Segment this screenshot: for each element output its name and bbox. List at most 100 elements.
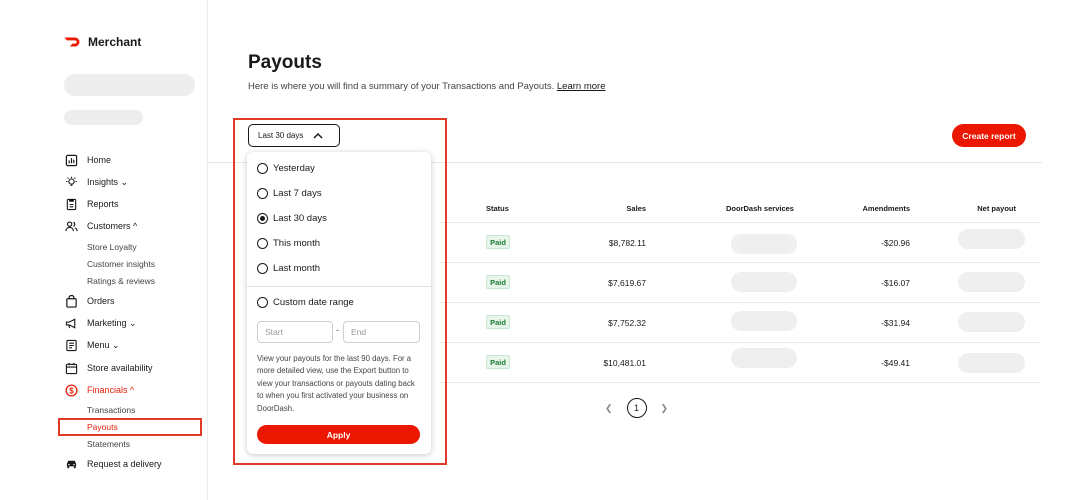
option-last-30-days[interactable]: Last 30 days xyxy=(257,213,327,224)
sidebar-subitem-customer-insights[interactable]: Customer insights xyxy=(87,259,155,269)
create-report-button[interactable]: Create report xyxy=(952,124,1026,147)
sales-cell: $10,481.01 xyxy=(603,358,646,368)
sidebar-item-label: Insights ⌄ xyxy=(87,176,129,187)
amendments-cell: -$49.41 xyxy=(881,358,910,368)
amendments-cell: -$31.94 xyxy=(881,318,910,328)
page-title: Payouts xyxy=(248,52,322,73)
radio-selected-icon[interactable] xyxy=(257,213,268,224)
sidebar-item-label: Orders xyxy=(87,296,115,306)
start-date-input[interactable]: Start xyxy=(257,321,333,343)
date-range-separator: - xyxy=(336,325,339,335)
sidebar-item-home[interactable]: Home xyxy=(64,153,111,167)
sidebar-item-label: Customers ^ xyxy=(87,221,138,231)
learn-more-link[interactable]: Learn more xyxy=(557,81,606,92)
net-payout-placeholder xyxy=(958,229,1025,249)
sales-cell: $7,619.67 xyxy=(608,278,646,288)
sales-cell: $8,782.11 xyxy=(608,238,646,248)
brand-name: Merchant xyxy=(88,35,142,49)
option-label: Custom date range xyxy=(273,297,354,308)
apply-button[interactable]: Apply xyxy=(257,425,420,444)
sidebar-item-label: Store availability xyxy=(87,363,153,373)
sidebar-subitem-store-loyalty[interactable]: Store Loyalty xyxy=(87,242,137,252)
amendments-cell: -$16.07 xyxy=(881,278,910,288)
report-icon xyxy=(64,197,78,211)
home-icon xyxy=(64,153,78,167)
sidebar-item-store-availability[interactable]: Store availability xyxy=(64,361,153,375)
page-subtitle-text: Here is where you will find a summary of… xyxy=(248,81,555,92)
status-badge: Paid xyxy=(486,235,510,249)
doordash-services-placeholder xyxy=(731,311,797,331)
doordash-services-placeholder xyxy=(731,272,797,292)
sidebar-item-reports[interactable]: Reports xyxy=(64,197,119,211)
radio-icon[interactable] xyxy=(257,238,268,249)
store-selector-placeholder[interactable] xyxy=(64,74,195,96)
doordash-services-placeholder xyxy=(731,348,797,368)
doordash-logo-icon xyxy=(64,37,80,47)
option-label: Last 30 days xyxy=(273,213,327,224)
menu-book-icon xyxy=(64,338,78,352)
date-range-selected: Last 30 days xyxy=(258,131,304,140)
sidebar-item-request-delivery[interactable]: Request a delivery xyxy=(64,457,162,471)
sidebar-subitem-statements[interactable]: Statements xyxy=(87,439,130,449)
option-label: Yesterday xyxy=(273,163,315,174)
megaphone-icon xyxy=(64,316,78,330)
lightbulb-icon xyxy=(64,175,78,189)
header-row-divider xyxy=(440,222,1040,223)
radio-icon[interactable] xyxy=(257,263,268,274)
radio-icon[interactable] xyxy=(257,188,268,199)
brand-logo[interactable]: Merchant xyxy=(64,35,141,49)
menu-divider xyxy=(247,286,431,287)
end-date-input[interactable]: End xyxy=(343,321,420,343)
page-number-current[interactable]: 1 xyxy=(626,398,647,418)
date-range-menu: Yesterday Last 7 days Last 30 days This … xyxy=(247,152,431,454)
pagination: ❮ 1 ❯ xyxy=(605,398,668,418)
column-header-amendments: Amendments xyxy=(862,204,910,213)
dollar-icon: $ xyxy=(64,383,78,397)
sidebar-subitem-transactions[interactable]: Transactions xyxy=(87,405,135,415)
next-page-icon[interactable]: ❯ xyxy=(661,403,669,414)
sidebar-item-customers[interactable]: Customers ^ xyxy=(64,219,137,233)
column-header-net-payout: Net payout xyxy=(977,204,1016,213)
option-last-7-days[interactable]: Last 7 days xyxy=(257,188,322,199)
customers-icon xyxy=(64,219,78,233)
sidebar-item-menu[interactable]: Menu ⌄ xyxy=(64,338,120,352)
prev-page-icon[interactable]: ❮ xyxy=(605,403,613,414)
doordash-services-placeholder xyxy=(731,234,797,254)
net-payout-placeholder xyxy=(958,353,1025,373)
svg-text:$: $ xyxy=(69,386,74,395)
sidebar-item-orders[interactable]: Orders xyxy=(64,294,115,308)
date-range-dropdown[interactable]: Last 30 days xyxy=(248,124,340,147)
sidebar-item-label: Home xyxy=(87,155,112,165)
sidebar-item-label: Menu ⌄ xyxy=(87,339,120,350)
net-payout-placeholder xyxy=(958,272,1025,292)
option-label: Last 7 days xyxy=(273,188,322,199)
option-label: This month xyxy=(273,238,320,249)
column-header-status: Status xyxy=(486,204,509,213)
sidebar-item-label: Reports xyxy=(87,199,119,209)
amendments-cell: -$20.96 xyxy=(881,238,910,248)
sales-cell: $7,752.32 xyxy=(608,318,646,328)
sidebar-item-label: Financials ^ xyxy=(87,385,135,395)
row-divider xyxy=(440,382,1040,383)
sidebar-item-label: Marketing ⌄ xyxy=(87,317,137,328)
chevron-up-icon xyxy=(313,132,323,139)
payouts-highlight-box xyxy=(58,418,202,436)
sidebar-subitem-ratings-reviews[interactable]: Ratings & reviews xyxy=(87,276,155,286)
option-yesterday[interactable]: Yesterday xyxy=(257,163,315,174)
net-payout-placeholder xyxy=(958,312,1025,332)
status-badge: Paid xyxy=(486,355,510,369)
option-last-month[interactable]: Last month xyxy=(257,263,320,274)
bag-icon xyxy=(64,294,78,308)
option-label: Last month xyxy=(273,263,320,274)
sidebar-item-marketing[interactable]: Marketing ⌄ xyxy=(64,316,137,330)
row-divider xyxy=(440,342,1040,343)
sidebar-item-financials[interactable]: $ Financials ^ xyxy=(64,383,134,397)
page-subtitle: Here is where you will find a summary of… xyxy=(248,81,605,92)
option-this-month[interactable]: This month xyxy=(257,238,320,249)
column-header-sales: Sales xyxy=(626,204,646,213)
option-custom-date-range[interactable]: Custom date range xyxy=(257,297,354,308)
radio-icon[interactable] xyxy=(257,163,268,174)
sidebar-item-insights[interactable]: Insights ⌄ xyxy=(64,175,128,189)
date-range-help-text: View your payouts for the last 90 days. … xyxy=(257,354,415,413)
radio-icon[interactable] xyxy=(257,297,268,308)
